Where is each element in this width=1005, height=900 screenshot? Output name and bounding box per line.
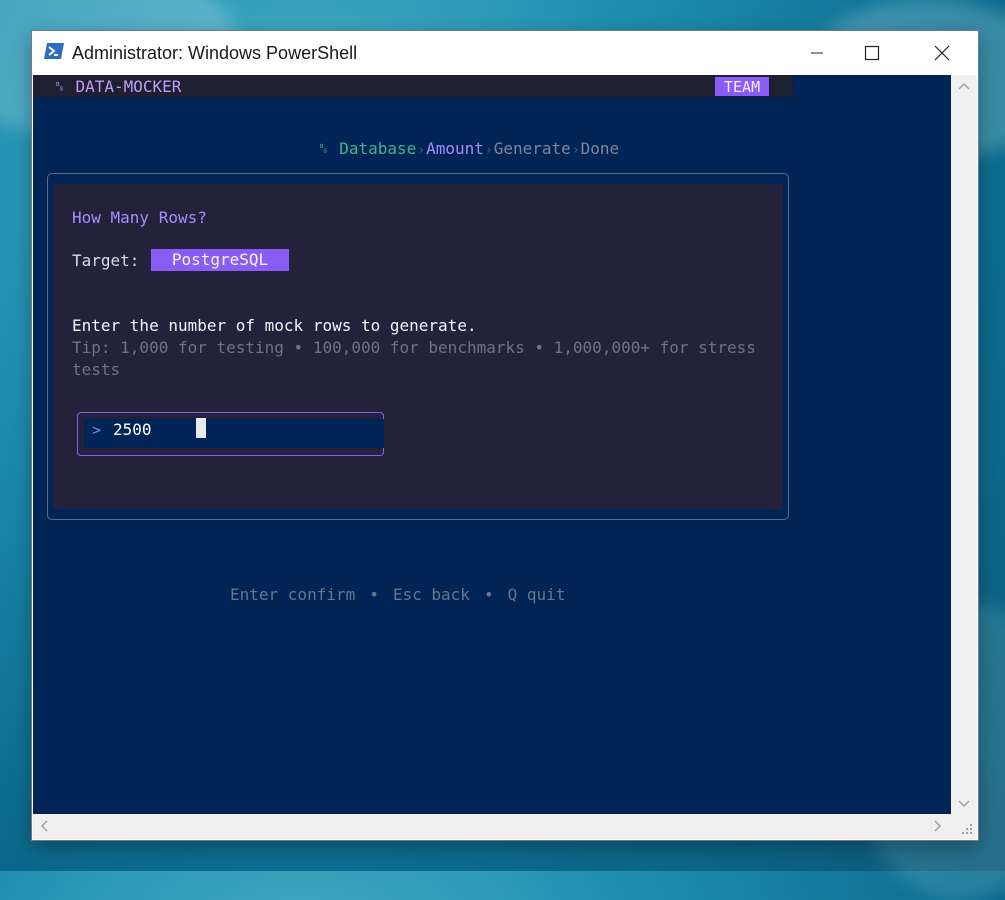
step-done: Done	[580, 139, 620, 158]
step-indicator: ␈ Database›Amount›Generate›Done	[259, 120, 619, 178]
step-database: ␈ Database	[316, 139, 417, 158]
tip-text: Tip: 1,000 for testing • 100,000 for ben…	[72, 338, 756, 379]
scroll-up-icon[interactable]	[958, 79, 970, 95]
target-database-badge: PostgreSQL	[151, 249, 289, 271]
team-badge: TEAM	[715, 77, 770, 96]
key-hints: Enter confirm • Esc back • Q quit	[230, 585, 565, 604]
input-value[interactable]: 2500	[113, 420, 152, 439]
hint-back: Esc back	[392, 585, 470, 604]
prompt-chevron-icon: >	[92, 421, 102, 439]
instruction-text: Enter the number of mock rows to generat…	[72, 316, 477, 335]
step-separator: ›	[417, 143, 426, 158]
database-icon: ␈	[53, 77, 66, 96]
step-generate: Generate	[493, 139, 571, 158]
maximize-button[interactable]	[849, 31, 895, 75]
step-separator: ›	[571, 143, 580, 158]
hint-separator: •	[369, 585, 379, 604]
window-title: Administrator: Windows PowerShell	[72, 43, 358, 63]
app-brand-name: DATA-MOCKER	[75, 77, 182, 96]
resize-grip[interactable]	[951, 814, 977, 839]
hint-confirm: Enter confirm	[230, 585, 356, 604]
console-area[interactable]: ␈ DATA-MOCKER TEAM ␈ Database›Amount›Gen…	[33, 75, 951, 814]
powershell-window: Administrator: Windows PowerShell ␈ DATA…	[32, 31, 978, 840]
hint-separator: •	[483, 585, 494, 604]
row-count-input[interactable]: > 2500	[77, 412, 384, 456]
panel-title: How Many Rows?	[72, 208, 207, 227]
app-header: ␈ DATA-MOCKER TEAM	[33, 75, 793, 97]
close-button[interactable]	[919, 31, 965, 75]
powershell-icon	[44, 43, 64, 59]
scroll-down-icon[interactable]	[958, 797, 970, 813]
app-brand: ␈ DATA-MOCKER	[53, 77, 181, 97]
vertical-scrollbar[interactable]	[951, 75, 977, 814]
close-icon	[934, 45, 950, 61]
text-cursor	[196, 418, 206, 438]
scroll-left-icon[interactable]	[39, 820, 49, 836]
step-amount: Amount	[426, 139, 484, 158]
step-separator: ›	[484, 143, 493, 158]
hint-quit: Q quit	[507, 585, 566, 604]
maximize-icon	[864, 45, 880, 61]
target-label: Target:	[72, 251, 140, 270]
minimize-icon	[811, 52, 823, 54]
resize-grip-icon	[962, 824, 972, 834]
horizontal-scrollbar[interactable]	[33, 814, 951, 839]
scroll-right-icon[interactable]	[933, 820, 943, 836]
title-bar[interactable]: Administrator: Windows PowerShell	[32, 31, 978, 75]
minimize-button[interactable]	[794, 31, 840, 75]
